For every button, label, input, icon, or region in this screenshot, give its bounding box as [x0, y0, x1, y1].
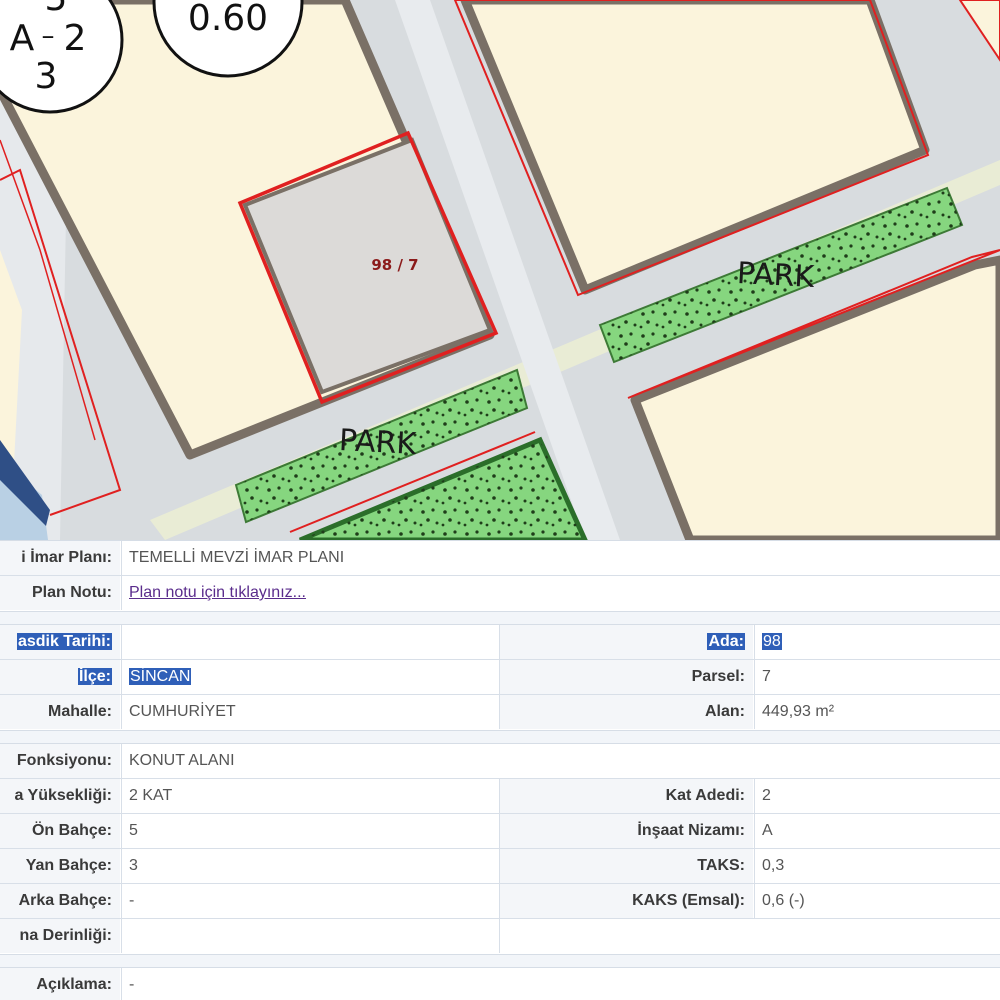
parsel-label: Parsel:: [499, 660, 753, 694]
badge-left-mid-right: 2: [64, 18, 87, 59]
arka-bahce-label: Arka Bahçe:: [0, 884, 120, 918]
plan-note-link[interactable]: Plan notu için tıklayınız...: [129, 584, 306, 601]
parcel-info-panel: i İmar Planı: TEMELLİ MEVZİ İMAR PLANI P…: [0, 540, 1000, 1000]
ada-label: Ada:: [499, 625, 753, 659]
plan-block: i İmar Planı: TEMELLİ MEVZİ İMAR PLANI P…: [0, 540, 1000, 612]
kat-adedi-value: 2: [754, 779, 1000, 813]
plan-label: i İmar Planı:: [0, 541, 120, 575]
notes-block: Açıklama: -: [0, 967, 1000, 1000]
yukseklik-label: a Yüksekliği:: [0, 779, 120, 813]
fonksiyon-row: Fonksiyonu: KONUT ALANI: [0, 744, 1000, 779]
aciklama-label: Açıklama:: [0, 968, 120, 1000]
plan-note-cell: Plan notu için tıklayınız...: [121, 576, 1000, 610]
ilce-label-text: İlçe:: [77, 668, 112, 685]
badge-left-bottom: 3: [35, 56, 58, 97]
approval-date-label-text: asdik Tarihi:: [16, 633, 112, 650]
plan-value: TEMELLİ MEVZİ İMAR PLANI: [121, 541, 1000, 575]
zoning-block: Fonksiyonu: KONUT ALANI a Yüksekliği: 2 …: [0, 743, 1000, 955]
on-bahce-label: Ön Bahçe:: [0, 814, 120, 848]
yan-bahce-row: Yan Bahçe: 3 TAKS: 0,3: [0, 849, 1000, 884]
taks-label: TAKS:: [499, 849, 753, 883]
yukseklik-kat-row: a Yüksekliği: 2 KAT Kat Adedi: 2: [0, 779, 1000, 814]
mahalle-alan-row: Mahalle: CUMHURİYET Alan: 449,93 m²: [0, 695, 1000, 730]
ada-value-text: 98: [762, 633, 782, 650]
ada-label-text: Ada:: [707, 633, 745, 650]
alan-value: 449,93 m²: [754, 695, 1000, 729]
alan-label: Alan:: [499, 695, 753, 729]
ilce-label: İlçe:: [0, 660, 120, 694]
badge-left-mid-left: A: [10, 18, 35, 59]
arka-bahce-value: -: [121, 884, 498, 918]
zoning-map[interactable]: 98 / 7 PARK PARK 5 A – 2 3 0.60: [0, 0, 1000, 540]
yan-bahce-value: 3: [121, 849, 498, 883]
aciklama-value: -: [121, 968, 1000, 1000]
mahalle-label: Mahalle:: [0, 695, 120, 729]
insaat-nizami-value: A: [754, 814, 1000, 848]
plan-note-label: Plan Notu:: [0, 576, 120, 610]
ilce-value: SİNCAN: [121, 660, 498, 694]
ilce-value-text: SİNCAN: [129, 668, 192, 685]
on-bahce-row: Ön Bahçe: 5 İnşaat Nizamı: A: [0, 814, 1000, 849]
park-label-left: PARK: [338, 423, 418, 462]
park-label-right: PARK: [736, 256, 816, 295]
kaks-value: 0,6 (-): [754, 884, 1000, 918]
badge-left-top: 5: [45, 0, 68, 19]
plan-note-row: Plan Notu: Plan notu için tıklayınız...: [0, 576, 1000, 611]
map-canvas[interactable]: 98 / 7 PARK PARK 5 A – 2 3 0.60: [0, 0, 1000, 540]
on-bahce-value: 5: [121, 814, 498, 848]
insaat-nizami-label: İnşaat Nizamı:: [499, 814, 753, 848]
derinlik-value: [121, 919, 498, 953]
ilce-parsel-row: İlçe: SİNCAN Parsel: 7: [0, 660, 1000, 695]
kaks-label: KAKS (Emsal):: [499, 884, 753, 918]
approval-ada-row: asdik Tarihi: Ada: 98: [0, 625, 1000, 660]
fonksiyon-label: Fonksiyonu:: [0, 744, 120, 778]
kat-adedi-label: Kat Adedi:: [499, 779, 753, 813]
badge-right-value: 0.60: [188, 0, 268, 39]
derinlik-empty: [499, 919, 1000, 953]
arka-bahce-row: Arka Bahçe: - KAKS (Emsal): 0,6 (-): [0, 884, 1000, 919]
taks-value: 0,3: [754, 849, 1000, 883]
mahalle-value: CUMHURİYET: [121, 695, 498, 729]
parcel-block: asdik Tarihi: Ada: 98 İlçe: SİNCAN Parse…: [0, 624, 1000, 731]
ada-value: 98: [754, 625, 1000, 659]
derinlik-label: na Derinliği:: [0, 919, 120, 953]
approval-date-value: [121, 625, 498, 659]
yan-bahce-label: Yan Bahçe:: [0, 849, 120, 883]
fonksiyon-value: KONUT ALANI: [121, 744, 1000, 778]
derinlik-row: na Derinliği:: [0, 919, 1000, 954]
plan-row: i İmar Planı: TEMELLİ MEVZİ İMAR PLANI: [0, 541, 1000, 576]
badge-left-dash: –: [42, 21, 55, 51]
yukseklik-value: 2 KAT: [121, 779, 498, 813]
approval-date-label: asdik Tarihi:: [0, 625, 120, 659]
aciklama-row: Açıklama: -: [0, 968, 1000, 1000]
parcel-number-label: 98 / 7: [371, 256, 418, 274]
parsel-value: 7: [754, 660, 1000, 694]
